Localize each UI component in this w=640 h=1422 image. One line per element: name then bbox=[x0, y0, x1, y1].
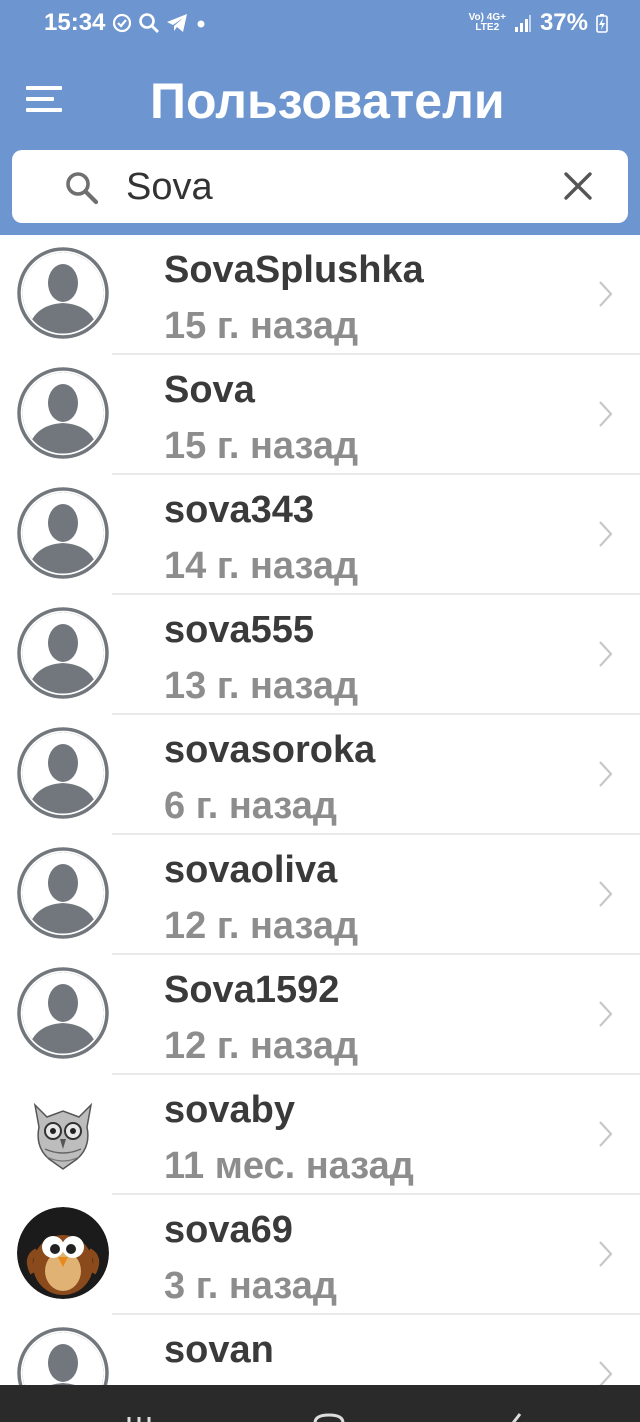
chevron-right-icon bbox=[599, 761, 613, 787]
default-avatar-icon bbox=[17, 247, 109, 339]
user-row[interactable]: sovaoliva 12 г. назад bbox=[0, 835, 640, 955]
app-header: 15:34 Vo) 4G+ LTE2 37% Пользователи Sova bbox=[0, 0, 640, 235]
default-avatar-icon bbox=[17, 727, 109, 819]
status-bar: 15:34 Vo) 4G+ LTE2 37% bbox=[0, 0, 640, 50]
chevron-right-icon bbox=[599, 401, 613, 427]
user-last-seen: 15 г. назад bbox=[164, 305, 359, 347]
chevron-right-icon bbox=[599, 881, 613, 907]
dot-icon bbox=[197, 20, 205, 28]
user-row[interactable]: Sova1592 12 г. назад bbox=[0, 955, 640, 1075]
users-screen: 15:34 Vo) 4G+ LTE2 37% Пользователи Sova… bbox=[0, 0, 640, 1422]
search-icon bbox=[66, 172, 99, 205]
menu-line-icon bbox=[26, 97, 54, 101]
user-last-seen: 12 г. назад bbox=[164, 1025, 359, 1067]
user-row[interactable]: Sova 15 г. назад bbox=[0, 355, 640, 475]
user-name: Sova1592 bbox=[164, 969, 340, 1011]
default-avatar-icon bbox=[17, 487, 109, 579]
user-last-seen: 14 г. назад bbox=[164, 545, 359, 587]
chevron-right-icon bbox=[599, 521, 613, 547]
status-right-icons: Vo) 4G+ LTE2 37% bbox=[469, 9, 608, 37]
battery-percent: 37% bbox=[539, 9, 588, 36]
user-name: SovaSplushka bbox=[164, 249, 424, 291]
menu-button[interactable] bbox=[26, 84, 62, 114]
user-row[interactable]: sovan bbox=[0, 1315, 640, 1385]
default-avatar-icon bbox=[17, 1327, 109, 1385]
user-row[interactable]: sova555 13 г. назад bbox=[0, 595, 640, 715]
user-name: Sova bbox=[164, 369, 255, 411]
user-name: sova343 bbox=[164, 489, 315, 531]
home-icon[interactable] bbox=[312, 1413, 346, 1422]
network-indicator: Vo) 4G+ LTE2 bbox=[469, 13, 506, 33]
battery-charging-icon bbox=[596, 14, 608, 33]
chevron-right-icon bbox=[599, 1241, 613, 1267]
user-last-seen: 12 г. назад bbox=[164, 905, 359, 947]
user-list: SovaSplushka 15 г. назад Sova 15 г. назад so… bbox=[0, 235, 640, 1385]
user-name: sova555 bbox=[164, 609, 315, 651]
user-row[interactable]: SovaSplushka 15 г. назад bbox=[0, 235, 640, 355]
default-avatar-icon bbox=[17, 967, 109, 1059]
telegram-icon bbox=[167, 14, 187, 32]
chevron-right-icon bbox=[599, 281, 613, 307]
user-row[interactable]: sovasoroka 6 г. назад bbox=[0, 715, 640, 835]
user-last-seen: 11 мес. назад bbox=[164, 1145, 414, 1187]
chevron-right-icon bbox=[599, 641, 613, 667]
user-name: sovan bbox=[164, 1329, 274, 1371]
signal-icon bbox=[514, 15, 531, 32]
search-input[interactable] bbox=[126, 162, 546, 212]
owl-sketch-avatar bbox=[17, 1087, 109, 1179]
user-last-seen: 6 г. назад bbox=[164, 785, 338, 827]
search-bar bbox=[12, 150, 628, 223]
default-avatar-icon bbox=[17, 607, 109, 699]
android-nav-bar bbox=[0, 1385, 640, 1422]
user-name: sovaoliva bbox=[164, 849, 338, 891]
status-notification-icons bbox=[112, 11, 208, 35]
sync-icon bbox=[112, 13, 132, 33]
default-avatar-icon bbox=[17, 847, 109, 939]
menu-line-icon bbox=[26, 86, 62, 90]
user-name: sovasoroka bbox=[164, 729, 376, 771]
chevron-right-icon bbox=[599, 1001, 613, 1027]
user-row[interactable]: sovaby 11 мес. назад bbox=[0, 1075, 640, 1195]
user-name: sova69 bbox=[164, 1209, 293, 1251]
user-row[interactable]: sova343 14 г. назад bbox=[0, 475, 640, 595]
chevron-right-icon bbox=[599, 1361, 613, 1385]
user-name: sovaby bbox=[164, 1089, 295, 1131]
user-last-seen: 3 г. назад bbox=[164, 1265, 338, 1307]
chevron-right-icon bbox=[599, 1121, 613, 1147]
user-last-seen: 15 г. назад bbox=[164, 425, 359, 467]
user-last-seen: 13 г. назад bbox=[164, 665, 359, 707]
menu-line-icon bbox=[26, 108, 62, 112]
network-bottom-label: LTE2 bbox=[475, 22, 500, 33]
clear-search-button[interactable] bbox=[560, 168, 596, 204]
status-time: 15:34 bbox=[44, 9, 106, 36]
default-avatar-icon bbox=[17, 367, 109, 459]
page-title: Пользователи bbox=[150, 73, 505, 129]
back-icon[interactable] bbox=[506, 1413, 526, 1422]
user-row[interactable]: sova69 3 г. назад bbox=[0, 1195, 640, 1315]
recent-apps-icon[interactable] bbox=[126, 1415, 160, 1422]
cartoon-owl-avatar bbox=[17, 1207, 109, 1299]
search-icon bbox=[139, 13, 159, 33]
